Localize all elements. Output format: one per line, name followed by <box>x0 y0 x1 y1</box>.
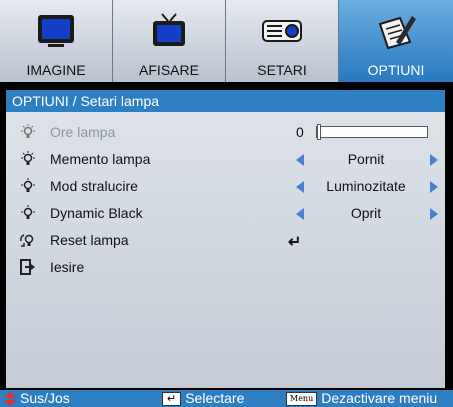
item-value: Oprit <box>350 205 382 221</box>
arrow-right-icon[interactable] <box>430 208 438 220</box>
exit-icon <box>20 259 35 275</box>
tab-label: OPTIUNI <box>367 62 425 78</box>
arrow-right-icon[interactable] <box>430 181 438 193</box>
content-panel: OPTIUNI / Setari lampa Ore lampa 0 Memen… <box>6 90 445 388</box>
menu-item-iesire[interactable]: Iesire <box>6 256 445 280</box>
tab-label: AFISARE <box>139 62 199 78</box>
breadcrumb: OPTIUNI / Setari lampa <box>6 90 445 112</box>
menu-item-reset-lampa[interactable]: Reset lampa ↵ <box>6 229 445 253</box>
tab-label: IMAGINE <box>26 62 86 78</box>
osd-menu: IMAGINE AFISARE SETARI OPTIUNI OPTIUNI /… <box>0 0 453 407</box>
footer-bar: Sus/Jos ↵ Selectare Menu Dezactivare meniu <box>0 390 453 407</box>
menu-item-memento-lampa[interactable]: Memento lampa Pornit <box>6 148 445 172</box>
lamp-icon <box>21 151 35 165</box>
lamp-icon <box>21 178 35 192</box>
tab-bar: IMAGINE AFISARE SETARI OPTIUNI <box>0 0 453 82</box>
item-label: Memento lampa <box>50 151 151 167</box>
lamp-hours-value: 0 <box>296 124 304 140</box>
item-label: Mod stralucire <box>50 178 138 194</box>
arrow-right-icon[interactable] <box>430 154 438 166</box>
footer-updown-label: Sus/Jos <box>20 390 70 406</box>
updown-arrows-icon <box>4 392 16 407</box>
lamp-reset-icon <box>20 234 34 247</box>
tab-setari[interactable]: SETARI <box>226 0 339 82</box>
projector-icon <box>262 20 302 42</box>
slider-knob <box>317 124 321 140</box>
pen-notepad-icon <box>378 16 416 50</box>
footer-exit-label: Dezactivare meniu <box>321 390 438 406</box>
item-label: Iesire <box>50 259 85 275</box>
arrow-left-icon[interactable] <box>296 154 304 166</box>
footer-exit: Menu Dezactivare meniu <box>286 390 437 407</box>
footer-updown: Sus/Jos <box>4 390 70 407</box>
footer-select: ↵ Selectare <box>162 390 244 407</box>
item-label: Dynamic Black <box>50 205 143 221</box>
lamp-hours-slider <box>316 124 428 140</box>
menu-key-icon: Menu <box>286 392 318 407</box>
enter-icon[interactable]: ↵ <box>288 232 301 252</box>
item-value: Pornit <box>347 151 385 167</box>
tv-icon <box>153 13 185 46</box>
tab-optiuni[interactable]: OPTIUNI <box>339 0 453 82</box>
enter-key-icon: ↵ <box>162 392 182 407</box>
lamp-icon <box>21 205 35 219</box>
item-label: Ore lampa <box>50 124 116 140</box>
item-label: Reset lampa <box>50 232 129 248</box>
monitor-icon <box>38 15 74 47</box>
tab-imagine[interactable]: IMAGINE <box>0 0 113 82</box>
tab-label: SETARI <box>257 62 307 78</box>
arrow-left-icon[interactable] <box>296 181 304 193</box>
tab-afisare[interactable]: AFISARE <box>113 0 226 82</box>
menu-item-ore-lampa: Ore lampa 0 <box>6 121 445 145</box>
lamp-icon <box>21 124 35 138</box>
footer-select-label: Selectare <box>185 390 245 406</box>
menu-item-mod-stralucire[interactable]: Mod stralucire Luminozitate <box>6 175 445 199</box>
arrow-left-icon[interactable] <box>296 208 304 220</box>
menu-item-dynamic-black[interactable]: Dynamic Black Oprit <box>6 202 445 226</box>
item-value: Luminozitate <box>326 178 406 194</box>
